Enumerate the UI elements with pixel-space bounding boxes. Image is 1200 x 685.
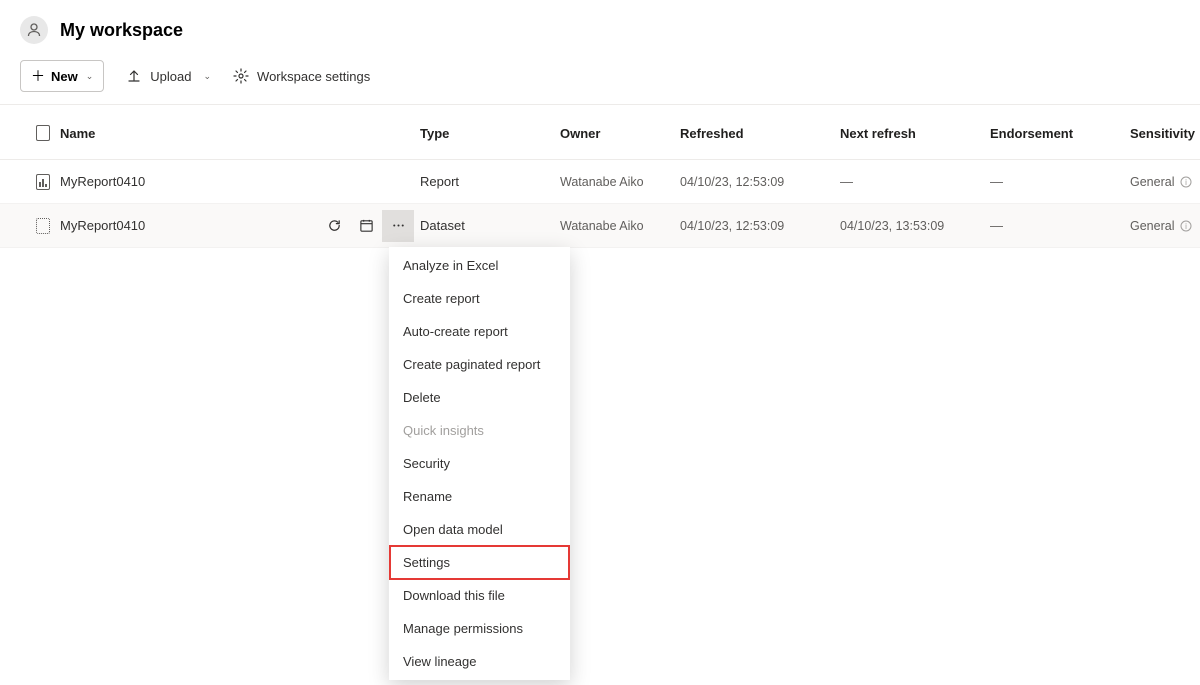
schedule-icon — [359, 218, 374, 233]
owner-cell: Watanabe Aiko — [560, 219, 680, 233]
column-type[interactable]: Type — [420, 126, 560, 141]
workspace-header: My workspace — [0, 0, 1200, 50]
sensitivity-label: General — [1130, 219, 1174, 233]
menu-view-lineage[interactable]: View lineage — [389, 645, 570, 678]
type-cell: Dataset — [420, 218, 560, 233]
new-button[interactable]: ＋ New ⌄ — [20, 60, 104, 92]
menu-manage-permissions[interactable]: Manage permissions — [389, 612, 570, 645]
table-row[interactable]: MyReport0410 Report Watanabe Aiko 04/10/… — [0, 160, 1200, 204]
person-icon — [26, 22, 42, 38]
chevron-down-icon: ⌄ — [86, 71, 94, 82]
menu-quick-insights: Quick insights — [389, 414, 570, 447]
item-name[interactable]: MyReport0410 — [60, 174, 145, 189]
column-refreshed[interactable]: Refreshed — [680, 126, 840, 141]
type-icon-cell — [0, 174, 60, 190]
column-sensitivity[interactable]: Sensitivity — [1130, 126, 1200, 141]
sensitivity-cell: General i — [1130, 175, 1200, 189]
name-cell: MyReport0410 — [60, 210, 420, 242]
refresh-icon — [327, 218, 342, 233]
context-menu: Analyze in Excel Create report Auto-crea… — [389, 247, 570, 680]
svg-text:i: i — [1186, 222, 1188, 231]
page-title: My workspace — [60, 20, 183, 41]
endorsement-cell: — — [990, 174, 1130, 189]
table-header-row: Name Type Owner Refreshed Next refresh E… — [0, 105, 1200, 160]
row-actions — [318, 210, 414, 242]
endorsement-cell: — — [990, 218, 1130, 233]
dataset-icon — [36, 218, 50, 234]
column-name[interactable]: Name — [60, 126, 420, 141]
menu-rename[interactable]: Rename — [389, 480, 570, 513]
sensitivity-cell: General i — [1130, 219, 1200, 233]
sensitivity-label: General — [1130, 175, 1174, 189]
svg-text:i: i — [1186, 178, 1188, 187]
menu-open-data-model[interactable]: Open data model — [389, 513, 570, 546]
next-refresh-cell: — — [840, 174, 990, 189]
column-icon — [0, 125, 60, 141]
document-icon — [36, 125, 50, 141]
gear-icon — [233, 68, 249, 84]
plus-icon: ＋ — [31, 66, 45, 86]
menu-auto-create-report[interactable]: Auto-create report — [389, 315, 570, 348]
upload-label: Upload — [150, 69, 191, 84]
schedule-refresh-button[interactable] — [350, 210, 382, 242]
refresh-now-button[interactable] — [318, 210, 350, 242]
avatar — [20, 16, 48, 44]
menu-delete[interactable]: Delete — [389, 381, 570, 414]
type-cell: Report — [420, 174, 560, 189]
next-refresh-cell: 04/10/23, 13:53:09 — [840, 219, 990, 233]
toolbar: ＋ New ⌄ Upload ⌄ Workspace settings — [0, 50, 1200, 105]
content-table: Name Type Owner Refreshed Next refresh E… — [0, 105, 1200, 248]
more-options-button[interactable] — [382, 210, 414, 242]
more-horizontal-icon — [391, 218, 406, 233]
menu-security[interactable]: Security — [389, 447, 570, 480]
menu-create-paginated-report[interactable]: Create paginated report — [389, 348, 570, 381]
upload-button[interactable]: Upload ⌄ — [126, 68, 211, 84]
info-icon[interactable]: i — [1180, 220, 1192, 232]
refreshed-cell: 04/10/23, 12:53:09 — [680, 175, 840, 189]
column-next-refresh[interactable]: Next refresh — [840, 126, 990, 141]
table-row[interactable]: MyReport0410 Dataset Watanabe Aiko 04/10… — [0, 204, 1200, 248]
menu-create-report[interactable]: Create report — [389, 282, 570, 315]
menu-download-file[interactable]: Download this file — [389, 579, 570, 612]
refreshed-cell: 04/10/23, 12:53:09 — [680, 219, 840, 233]
type-icon-cell — [0, 218, 60, 234]
new-button-label: New — [51, 69, 78, 84]
item-name[interactable]: MyReport0410 — [60, 218, 145, 233]
chevron-down-icon: ⌄ — [203, 71, 211, 82]
workspace-settings-label: Workspace settings — [257, 69, 370, 84]
name-cell: MyReport0410 — [60, 174, 420, 189]
info-icon[interactable]: i — [1180, 176, 1192, 188]
workspace-settings-button[interactable]: Workspace settings — [233, 68, 370, 84]
owner-cell: Watanabe Aiko — [560, 175, 680, 189]
menu-analyze-excel[interactable]: Analyze in Excel — [389, 249, 570, 282]
column-owner[interactable]: Owner — [560, 126, 680, 141]
report-icon — [36, 174, 50, 190]
menu-settings[interactable]: Settings — [389, 545, 570, 580]
column-endorsement[interactable]: Endorsement — [990, 126, 1130, 141]
upload-icon — [126, 68, 142, 84]
